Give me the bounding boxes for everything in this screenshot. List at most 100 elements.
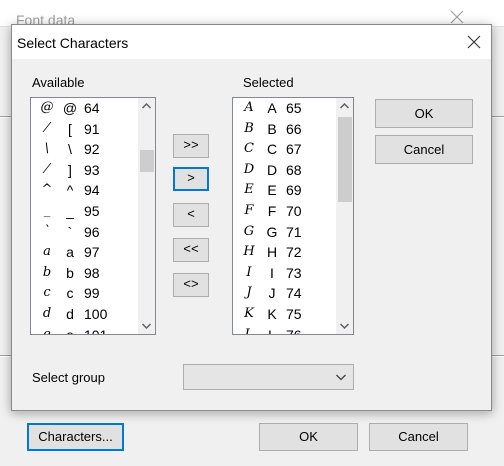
list-item-code: 91 <box>84 120 100 137</box>
add-all-button[interactable]: >> <box>173 134 209 158</box>
list-item-code: 95 <box>84 203 100 219</box>
select-group-label: Select group <box>32 370 105 385</box>
available-label: Available <box>32 75 85 90</box>
available-listbox[interactable]: @ @64 ⁄ [91 \ \ 92 ⁄] 93 ^ ^ 94 _ _ 95 ` ` 96 a a 97 b b 98 c c 99… <box>30 97 156 335</box>
list-item-code: 65 <box>286 100 302 116</box>
list-item-code: 72 <box>286 244 302 261</box>
list-item-glyph: ^ <box>41 182 53 198</box>
list-item-char: ` <box>67 223 73 240</box>
list-item-code: 64 <box>84 100 100 116</box>
list-item-glyph: ⁄ <box>45 120 49 136</box>
close-icon[interactable] <box>467 35 481 49</box>
list-item[interactable]: F F 70 <box>234 201 338 223</box>
available-scrollbar[interactable] <box>138 98 155 334</box>
list-item-code: 99 <box>84 285 100 302</box>
parent-close-icon[interactable] <box>450 10 464 24</box>
list-item-code: 67 <box>286 141 302 158</box>
list-item[interactable]: K K 75 <box>234 304 338 326</box>
list-item-glyph: B <box>244 120 254 136</box>
swap-button[interactable]: <> <box>173 273 209 297</box>
scroll-down-icon[interactable] <box>336 317 353 334</box>
list-item-char: L <box>268 326 276 335</box>
list-item[interactable]: I I 73 <box>234 263 338 285</box>
list-item[interactable]: ` ` 96 <box>32 222 136 244</box>
list-item[interactable]: d d 100 <box>32 304 136 326</box>
list-item[interactable]: _ _ 95 <box>32 201 136 223</box>
list-item-char: @ <box>62 100 78 116</box>
list-item-code: 93 <box>84 161 100 178</box>
list-item[interactable]: ⁄ [91 <box>32 119 136 141</box>
list-item[interactable]: H H 72 <box>234 242 338 264</box>
list-item-code: 73 <box>286 264 302 281</box>
list-item-char: B <box>267 120 277 137</box>
list-item-code: 66 <box>286 120 302 137</box>
selected-scroll-thumb[interactable] <box>338 117 352 202</box>
list-item-glyph: F <box>244 203 254 218</box>
list-item[interactable]: L L 76 <box>234 325 338 335</box>
list-item-glyph: a <box>43 244 51 260</box>
list-item-char: H <box>266 244 278 261</box>
parent-ok-button[interactable]: OK <box>259 423 358 451</box>
list-item-glyph: L <box>244 326 254 335</box>
scroll-down-icon[interactable] <box>138 317 155 334</box>
available-scroll-thumb[interactable] <box>140 150 154 172</box>
list-item-char: _ <box>66 203 74 219</box>
list-item-code: 70 <box>286 203 302 219</box>
list-item[interactable]: D D 68 <box>234 160 338 182</box>
remove-all-button[interactable]: << <box>173 238 209 262</box>
list-item-char: b <box>66 264 74 281</box>
list-item-code: 74 <box>286 285 302 302</box>
list-item[interactable]: a a 97 <box>32 242 136 264</box>
list-item[interactable]: b b 98 <box>32 263 136 285</box>
list-item[interactable]: e e 101 <box>32 325 136 335</box>
remove-button[interactable]: < <box>173 203 209 227</box>
list-item-char: J <box>268 285 276 302</box>
list-item-char: A <box>267 100 277 116</box>
list-item-glyph: D <box>243 161 255 177</box>
list-item-char: I <box>270 264 274 281</box>
list-item-glyph: G <box>243 223 255 239</box>
list-item[interactable]: E E 69 <box>234 180 338 202</box>
list-item-glyph: H <box>243 244 255 260</box>
list-item-glyph: c <box>43 285 51 301</box>
list-item-glyph: _ <box>43 203 51 218</box>
scroll-up-icon[interactable] <box>336 98 353 115</box>
scroll-up-icon[interactable] <box>138 98 155 115</box>
list-item[interactable]: ⁄] 93 <box>32 160 136 182</box>
ok-button[interactable]: OK <box>375 99 473 128</box>
characters-button[interactable]: Characters... <box>27 423 124 451</box>
select-group-dropdown[interactable] <box>183 364 354 390</box>
selected-label: Selected <box>243 75 294 90</box>
selected-scrollbar[interactable] <box>336 98 353 334</box>
list-item-code: 71 <box>286 223 302 240</box>
parent-divider <box>490 355 504 357</box>
list-item-code: 100 <box>84 306 108 322</box>
list-item-glyph: ` <box>43 223 51 239</box>
list-item-char: D <box>266 161 278 178</box>
list-item[interactable]: ^ ^ 94 <box>32 180 136 202</box>
list-item-glyph: @ <box>40 100 54 115</box>
list-item-char: E <box>267 182 277 199</box>
list-item[interactable]: \ \ 92 <box>32 139 136 161</box>
list-item[interactable]: A A 65 <box>234 98 338 120</box>
list-item-glyph: e <box>43 326 51 335</box>
list-item[interactable]: C C 67 <box>234 139 338 161</box>
list-item-glyph: K <box>244 306 254 321</box>
list-item[interactable]: G G 71 <box>234 222 338 244</box>
list-item[interactable]: J J 74 <box>234 283 338 305</box>
parent-titlebar: Font data <box>0 0 504 28</box>
list-item[interactable]: c c 99 <box>32 283 136 305</box>
selected-listbox[interactable]: A A 65 B B 66 C C 67 D D 68 E E 69 F F 70 G G 71 H H 72 I I 73 J J 74… <box>232 97 354 335</box>
list-item-glyph: I <box>246 264 252 280</box>
parent-cancel-button[interactable]: Cancel <box>369 423 468 451</box>
list-item-code: 92 <box>84 141 100 158</box>
add-button[interactable]: > <box>173 167 209 191</box>
list-item-glyph: J <box>246 285 252 301</box>
list-item-char: c <box>66 285 74 302</box>
list-item[interactable]: @ @64 <box>32 98 136 120</box>
chevron-down-icon <box>336 374 346 381</box>
list-item[interactable]: B B 66 <box>234 119 338 141</box>
list-item-code: 101 <box>84 326 108 335</box>
cancel-button[interactable]: Cancel <box>375 135 473 164</box>
list-item-char: [ <box>68 120 72 137</box>
